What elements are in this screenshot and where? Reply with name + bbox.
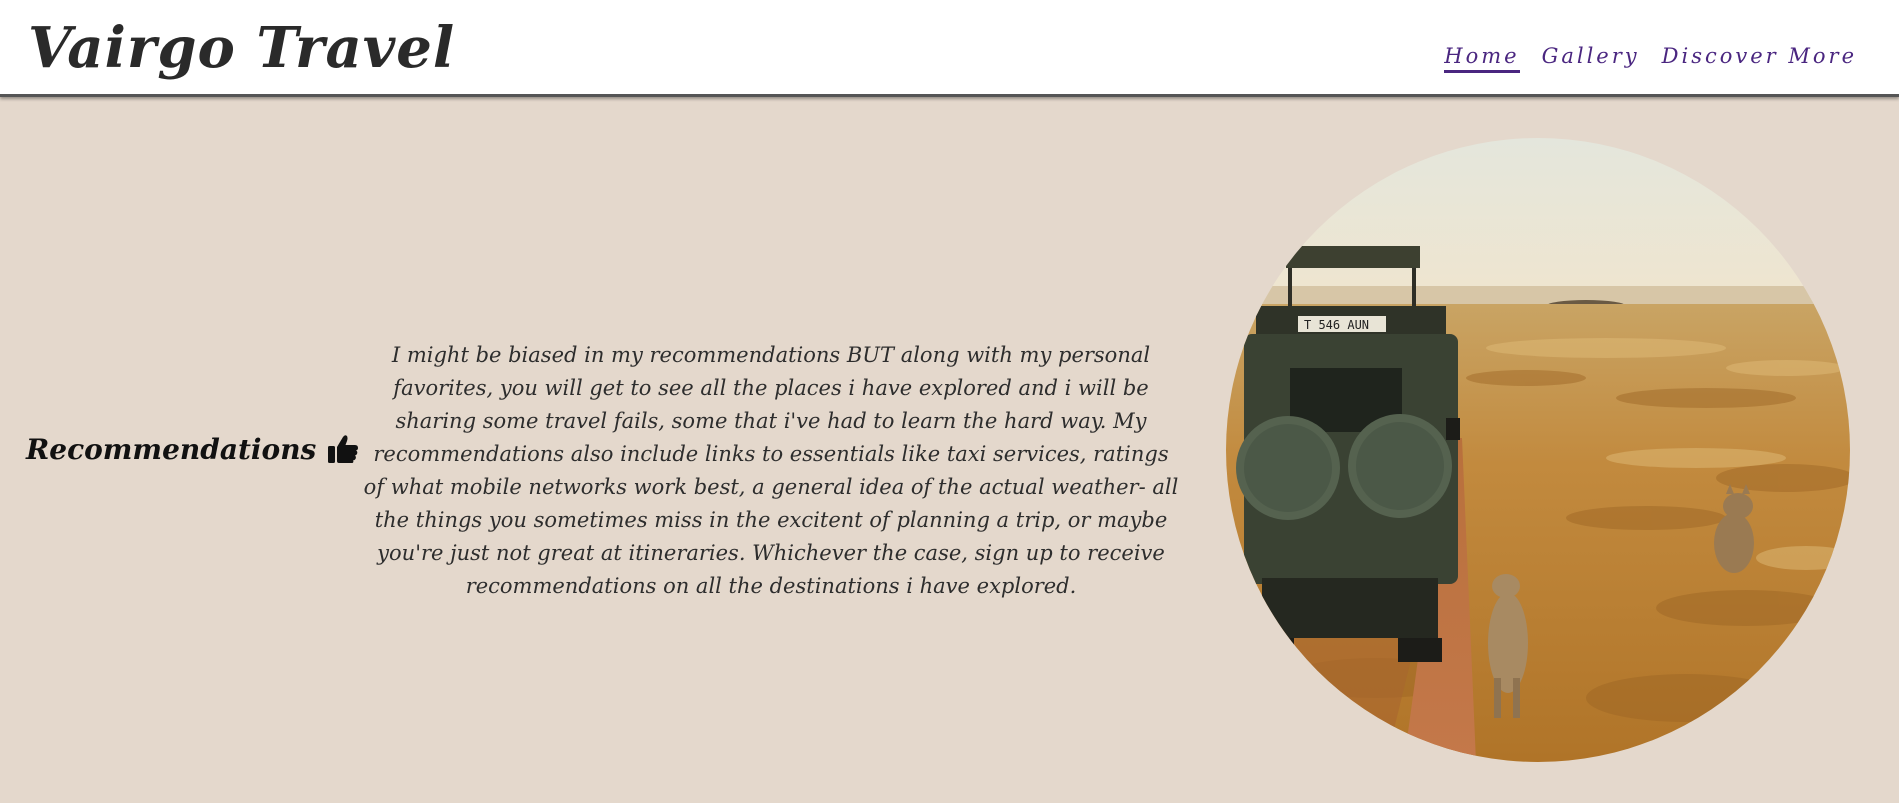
section-heading-text: Recommendations	[26, 432, 317, 466]
section-heading: Recommendations	[26, 432, 360, 466]
svg-text:T 546 AUN: T 546 AUN	[1304, 318, 1369, 332]
safari-jeep-lions-image: T 546 AUN	[1226, 138, 1850, 762]
nav-link-discover-more[interactable]: Discover More	[1662, 44, 1857, 73]
thumbs-up-icon	[326, 432, 360, 466]
main-nav: Home Gallery Discover More	[1444, 44, 1857, 73]
nav-link-home[interactable]: Home	[1444, 44, 1520, 73]
recommendations-description: I might be biased in my recommendations …	[360, 339, 1182, 603]
site-header: Vairgo Travel Home Gallery Discover More	[0, 0, 1899, 97]
blurb-emphasis: actual	[979, 475, 1045, 499]
site-logo-title[interactable]: Vairgo Travel	[28, 10, 455, 86]
nav-link-gallery[interactable]: Gallery	[1542, 44, 1640, 73]
